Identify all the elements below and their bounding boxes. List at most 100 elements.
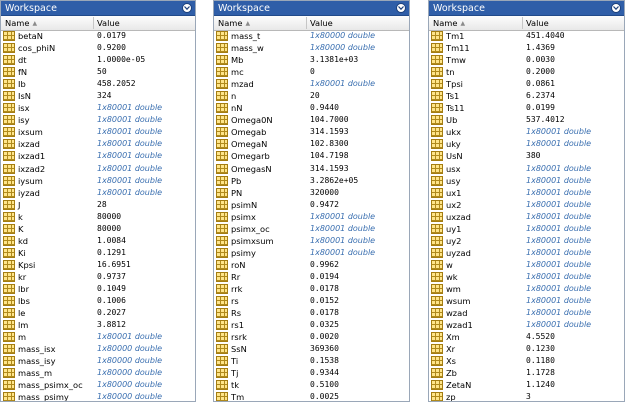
variable-row[interactable]: wzad 1x80001 double [429,307,624,319]
variable-row[interactable]: K 80000 [1,223,195,235]
variable-row[interactable]: Ts11 0.0199 [429,102,624,114]
variable-row[interactable]: mc 0 [214,66,409,78]
variable-row[interactable]: Xm 4.5520 [429,331,624,343]
variable-row[interactable]: J 28 [1,199,195,211]
variable-row[interactable]: isy 1x80001 double [1,114,195,126]
variable-row[interactable]: ixzad 1x80001 double [1,138,195,150]
variable-row[interactable]: mass_t 1x80000 double [214,30,409,42]
variable-row[interactable]: rs1 0.0325 [214,319,409,331]
variable-row[interactable]: wk 1x80001 double [429,271,624,283]
name-column-header[interactable]: Name ▲ [5,16,37,31]
variable-row[interactable]: Ti 0.1538 [214,355,409,367]
variable-row[interactable]: fN 50 [1,66,195,78]
variable-row[interactable]: ux1 1x80001 double [429,187,624,199]
variable-row[interactable]: Ts1 6.2374 [429,90,624,102]
variable-row[interactable]: uy1 1x80001 double [429,223,624,235]
variable-row[interactable]: uy2 1x80001 double [429,235,624,247]
variable-row[interactable]: Mb 3.1381e+03 [214,54,409,66]
variable-row[interactable]: rs 0.0152 [214,295,409,307]
variable-row[interactable]: Ib 458.2052 [1,78,195,90]
variable-row[interactable]: lbr 0.1049 [1,283,195,295]
variable-row[interactable]: tk 0.5100 [214,379,409,391]
variable-row[interactable]: roN 0.9962 [214,259,409,271]
variable-row[interactable]: psimx_oc 1x80001 double [214,223,409,235]
variable-row[interactable]: dt 1.0000e-05 [1,54,195,66]
variable-row[interactable]: m 1x80001 double [1,331,195,343]
variable-row[interactable]: Omegarb 104.7198 [214,150,409,162]
variable-row[interactable]: w 1x80001 double [429,259,624,271]
variable-row[interactable]: cos_phiN 0.9200 [1,42,195,54]
variable-row[interactable]: betaN 0.0179 [1,30,195,42]
variable-row[interactable]: wzad1 1x80001 double [429,319,624,331]
variable-row[interactable]: uky 1x80001 double [429,138,624,150]
variable-row[interactable]: Xs 0.1180 [429,355,624,367]
variable-row[interactable]: isx 1x80001 double [1,102,195,114]
value-column-header[interactable]: Value [97,16,120,30]
variable-row[interactable]: kd 1.0084 [1,235,195,247]
column-divider[interactable] [306,17,307,29]
variable-row[interactable]: zp 3 [429,391,624,401]
variable-row[interactable]: rrk 0.0178 [214,283,409,295]
variable-row[interactable]: uyzad 1x80001 double [429,247,624,259]
variable-row[interactable]: OmegaN 102.8300 [214,138,409,150]
variable-row[interactable]: k 80000 [1,211,195,223]
variable-row[interactable]: PN 320000 [214,187,409,199]
name-column-header[interactable]: Name ▲ [433,16,465,31]
variable-row[interactable]: Rs 0.0178 [214,307,409,319]
variable-row[interactable]: psimx 1x80001 double [214,211,409,223]
variable-row[interactable]: ixzad2 1x80001 double [1,163,195,175]
variable-row[interactable]: ixsum 1x80001 double [1,126,195,138]
chevron-down-circle-icon[interactable] [396,3,406,13]
variable-row[interactable]: SsN 369360 [214,343,409,355]
variable-row[interactable]: mass_psimy 1x80000 double [1,391,195,401]
variable-row[interactable]: psimy 1x80001 double [214,247,409,259]
variable-row[interactable]: wsum 1x80001 double [429,295,624,307]
variable-row[interactable]: Tm 0.0025 [214,391,409,401]
variable-row[interactable]: Omegab 314.1593 [214,126,409,138]
chevron-down-circle-icon[interactable] [182,3,192,13]
variable-row[interactable]: kr 0.9737 [1,271,195,283]
variable-row[interactable]: IsN 324 [1,90,195,102]
variable-row[interactable]: mass_isx 1x80000 double [1,343,195,355]
variable-row[interactable]: mass_isy 1x80000 double [1,355,195,367]
variable-row[interactable]: mzad 1x80001 double [214,78,409,90]
value-column-header[interactable]: Value [526,16,549,30]
variable-row[interactable]: uxzad 1x80001 double [429,211,624,223]
variable-row[interactable]: mass_m 1x80000 double [1,367,195,379]
variable-row[interactable]: lm 3.8812 [1,319,195,331]
variable-row[interactable]: psimxsum 1x80001 double [214,235,409,247]
variable-row[interactable]: lbs 0.1006 [1,295,195,307]
variable-row[interactable]: iysum 1x80001 double [1,175,195,187]
variable-row[interactable]: ukx 1x80001 double [429,126,624,138]
variable-row[interactable]: OmegasN 314.1593 [214,163,409,175]
variable-row[interactable]: ixzad1 1x80001 double [1,150,195,162]
column-divider[interactable] [93,17,94,29]
variable-row[interactable]: iyzad 1x80001 double [1,187,195,199]
column-divider[interactable] [522,17,523,29]
variable-row[interactable]: Ub 537.4012 [429,114,624,126]
variable-row[interactable]: wm 1x80001 double [429,283,624,295]
variable-row[interactable]: ux2 1x80001 double [429,199,624,211]
variable-row[interactable]: Tj 0.9344 [214,367,409,379]
variable-row[interactable]: n 20 [214,90,409,102]
variable-row[interactable]: le 0.2027 [1,307,195,319]
variable-row[interactable]: Tm11 1.4369 [429,42,624,54]
variable-row[interactable]: Kpsi 16.6951 [1,259,195,271]
variable-row[interactable]: UsN 380 [429,150,624,162]
variable-row[interactable]: ZetaN 1.1240 [429,379,624,391]
variable-row[interactable]: Tmw 0.0030 [429,54,624,66]
variable-row[interactable]: Zb 1.1728 [429,367,624,379]
variable-row[interactable]: mass_w 1x80000 double [214,42,409,54]
variable-row[interactable]: Xr 0.1230 [429,343,624,355]
variable-row[interactable]: usy 1x80001 double [429,175,624,187]
variable-row[interactable]: Pb 3.2862e+05 [214,175,409,187]
variable-row[interactable]: rsrk 0.0020 [214,331,409,343]
variable-row[interactable]: Ki 0.1291 [1,247,195,259]
value-column-header[interactable]: Value [310,16,333,30]
variable-row[interactable]: Omega0N 104.7000 [214,114,409,126]
variable-row[interactable]: psimN 0.9472 [214,199,409,211]
variable-row[interactable]: Tpsi 0.0861 [429,78,624,90]
variable-row[interactable]: tn 0.2000 [429,66,624,78]
variable-row[interactable]: usx 1x80001 double [429,163,624,175]
variable-row[interactable]: mass_psimx_oc 1x80000 double [1,379,195,391]
